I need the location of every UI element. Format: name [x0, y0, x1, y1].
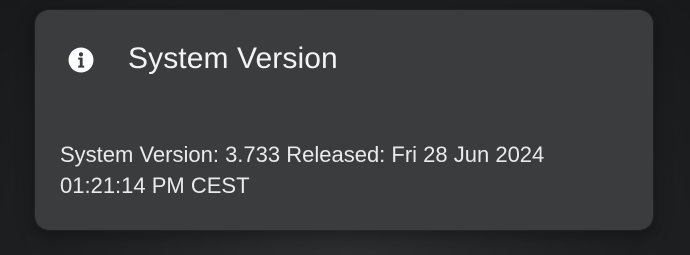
- info-icon: [68, 47, 94, 73]
- card-header: System Version: [35, 10, 653, 106]
- system-version-card: System Version System Version: 3.733 Rel…: [35, 10, 653, 230]
- card-title: System Version: [128, 42, 338, 75]
- system-version-text: System Version: 3.733 Released: Fri 28 J…: [60, 142, 545, 198]
